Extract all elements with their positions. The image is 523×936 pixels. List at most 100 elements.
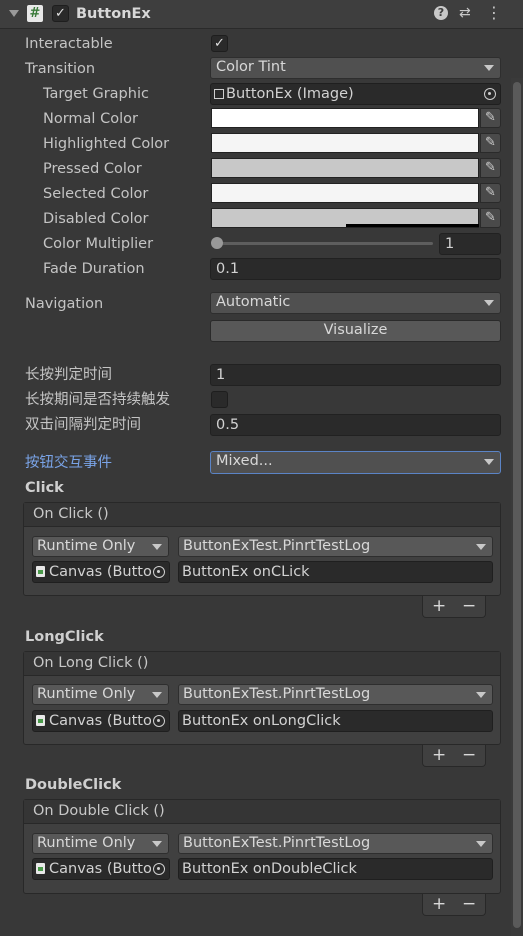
navigation-dropdown[interactable]: Automatic xyxy=(210,292,501,314)
target-graphic-label: Target Graphic xyxy=(43,86,149,102)
color-multiplier-slider-handle[interactable] xyxy=(211,237,223,249)
long-press-repeat-label: 长按期间是否持续触发 xyxy=(25,392,170,408)
chevron-down-icon xyxy=(152,692,162,698)
argument-input[interactable]: ButtonEx onCLick xyxy=(178,561,493,583)
remove-button[interactable]: − xyxy=(462,745,476,765)
scrollbar-thumb[interactable] xyxy=(513,82,521,928)
target-object-field[interactable]: Canvas (Butto xyxy=(32,858,170,880)
add-button[interactable]: + xyxy=(432,894,446,914)
button-events-value: Mixed... xyxy=(216,453,273,469)
eyedropper-icon[interactable]: ✎ xyxy=(480,108,501,128)
runtime-mode-dropdown[interactable]: Runtime Only xyxy=(32,536,169,557)
color-multiplier-label: Color Multiplier xyxy=(43,236,154,252)
add-button[interactable]: + xyxy=(432,745,446,765)
eyedropper-icon[interactable]: ✎ xyxy=(480,133,501,153)
interactable-checkbox[interactable]: ✓ xyxy=(211,35,228,52)
click-event-header: On Click () xyxy=(24,503,500,527)
remove-button[interactable]: − xyxy=(462,596,476,616)
target-object-value: Canvas (Butto xyxy=(49,713,152,729)
longclick-event-list: On Long Click () Runtime Only ButtonExTe… xyxy=(23,651,501,745)
fade-duration-label: Fade Duration xyxy=(43,261,145,277)
remove-button[interactable]: − xyxy=(462,894,476,914)
doubleclick-add-remove: + − xyxy=(422,894,486,916)
click-section-title: Click xyxy=(25,480,64,496)
normal-color-swatch[interactable] xyxy=(211,108,479,128)
function-value: ButtonExTest.PinrtTestLog xyxy=(183,835,371,851)
long-press-time-label: 长按判定时间 xyxy=(25,367,112,383)
target-object-field[interactable]: Canvas (Butto xyxy=(32,710,170,732)
color-multiplier-slider-track[interactable] xyxy=(216,242,433,245)
script-icon: # xyxy=(27,5,43,22)
navigation-value: Automatic xyxy=(216,294,291,310)
target-object-value: Canvas (Butto xyxy=(49,564,152,580)
target-graphic-field[interactable]: ButtonEx (Image) xyxy=(210,83,501,105)
object-picker-icon[interactable] xyxy=(153,863,165,875)
chevron-down-icon xyxy=(484,300,494,306)
eyedropper-icon[interactable]: ✎ xyxy=(480,158,501,178)
double-click-interval-label: 双击间隔判定时间 xyxy=(25,417,141,433)
context-menu-icon[interactable]: ⋮ xyxy=(486,4,502,22)
chevron-down-icon xyxy=(152,841,162,847)
button-events-dropdown[interactable]: Mixed... xyxy=(210,451,501,474)
help-icon[interactable]: ? xyxy=(434,6,448,20)
highlighted-color-swatch[interactable] xyxy=(211,133,479,153)
chevron-down-icon xyxy=(476,841,486,847)
longclick-add-remove: + − xyxy=(422,745,486,767)
chevron-down-icon xyxy=(476,544,486,550)
object-picker-icon[interactable] xyxy=(153,715,165,727)
transition-dropdown[interactable]: Color Tint xyxy=(210,57,501,79)
target-object-value: Canvas (Butto xyxy=(49,861,152,877)
component-enabled-checkbox[interactable]: ✓ xyxy=(52,5,69,22)
function-dropdown[interactable]: ButtonExTest.PinrtTestLog xyxy=(178,536,493,557)
function-value: ButtonExTest.PinrtTestLog xyxy=(183,538,371,554)
transition-label: Transition xyxy=(25,61,96,77)
chevron-down-icon xyxy=(476,692,486,698)
function-dropdown[interactable]: ButtonExTest.PinrtTestLog xyxy=(178,684,493,705)
navigation-label: Navigation xyxy=(25,296,104,312)
transition-value: Color Tint xyxy=(216,59,286,75)
selected-color-swatch[interactable] xyxy=(211,183,479,203)
runtime-mode-dropdown[interactable]: Runtime Only xyxy=(32,684,169,705)
function-dropdown[interactable]: ButtonExTest.PinrtTestLog xyxy=(178,833,493,854)
presets-icon[interactable]: ⇄ xyxy=(459,4,471,22)
foldout-arrow-icon[interactable] xyxy=(9,10,19,17)
button-events-label: 按钮交互事件 xyxy=(25,455,112,471)
color-multiplier-input[interactable]: 1 xyxy=(439,233,501,255)
chevron-down-icon xyxy=(484,459,494,465)
long-press-time-input[interactable]: 1 xyxy=(210,364,501,386)
argument-input[interactable]: ButtonEx onLongClick xyxy=(178,710,493,732)
click-add-remove: + − xyxy=(422,596,486,618)
pressed-color-swatch[interactable] xyxy=(211,158,479,178)
runtime-mode-dropdown[interactable]: Runtime Only xyxy=(32,833,169,854)
interactable-label: Interactable xyxy=(25,36,113,52)
argument-input[interactable]: ButtonEx onDoubleClick xyxy=(178,858,493,880)
add-button[interactable]: + xyxy=(432,596,446,616)
double-click-interval-input[interactable]: 0.5 xyxy=(210,414,501,436)
long-press-repeat-checkbox[interactable] xyxy=(211,391,228,408)
script-file-icon xyxy=(36,566,45,577)
alpha-bar xyxy=(346,224,479,227)
target-object-field[interactable]: Canvas (Butto xyxy=(32,561,170,583)
longclick-section-title: LongClick xyxy=(25,629,104,645)
longclick-event-header: On Long Click () xyxy=(24,652,500,676)
doubleclick-event-header: On Double Click () xyxy=(24,800,500,824)
script-file-icon xyxy=(36,863,45,874)
script-file-icon xyxy=(36,715,45,726)
component-title: ButtonEx xyxy=(76,6,151,22)
disabled-color-label: Disabled Color xyxy=(43,211,149,227)
highlighted-color-label: Highlighted Color xyxy=(43,136,170,152)
selected-color-label: Selected Color xyxy=(43,186,149,202)
visualize-button[interactable]: Visualize xyxy=(210,320,501,342)
target-graphic-value: ButtonEx (Image) xyxy=(226,86,354,102)
runtime-mode-value: Runtime Only xyxy=(37,686,136,702)
eyedropper-icon[interactable]: ✎ xyxy=(480,183,501,203)
object-picker-icon[interactable] xyxy=(153,566,165,578)
function-value: ButtonExTest.PinrtTestLog xyxy=(183,686,371,702)
chevron-down-icon xyxy=(484,65,494,71)
component-header: # ✓ ButtonEx ? ⇄ ⋮ xyxy=(0,0,523,29)
object-picker-icon[interactable] xyxy=(484,88,496,100)
doubleclick-event-list: On Double Click () Runtime Only ButtonEx… xyxy=(23,799,501,894)
eyedropper-icon[interactable]: ✎ xyxy=(480,208,501,228)
disabled-color-swatch[interactable] xyxy=(211,208,479,228)
fade-duration-input[interactable]: 0.1 xyxy=(210,258,501,280)
